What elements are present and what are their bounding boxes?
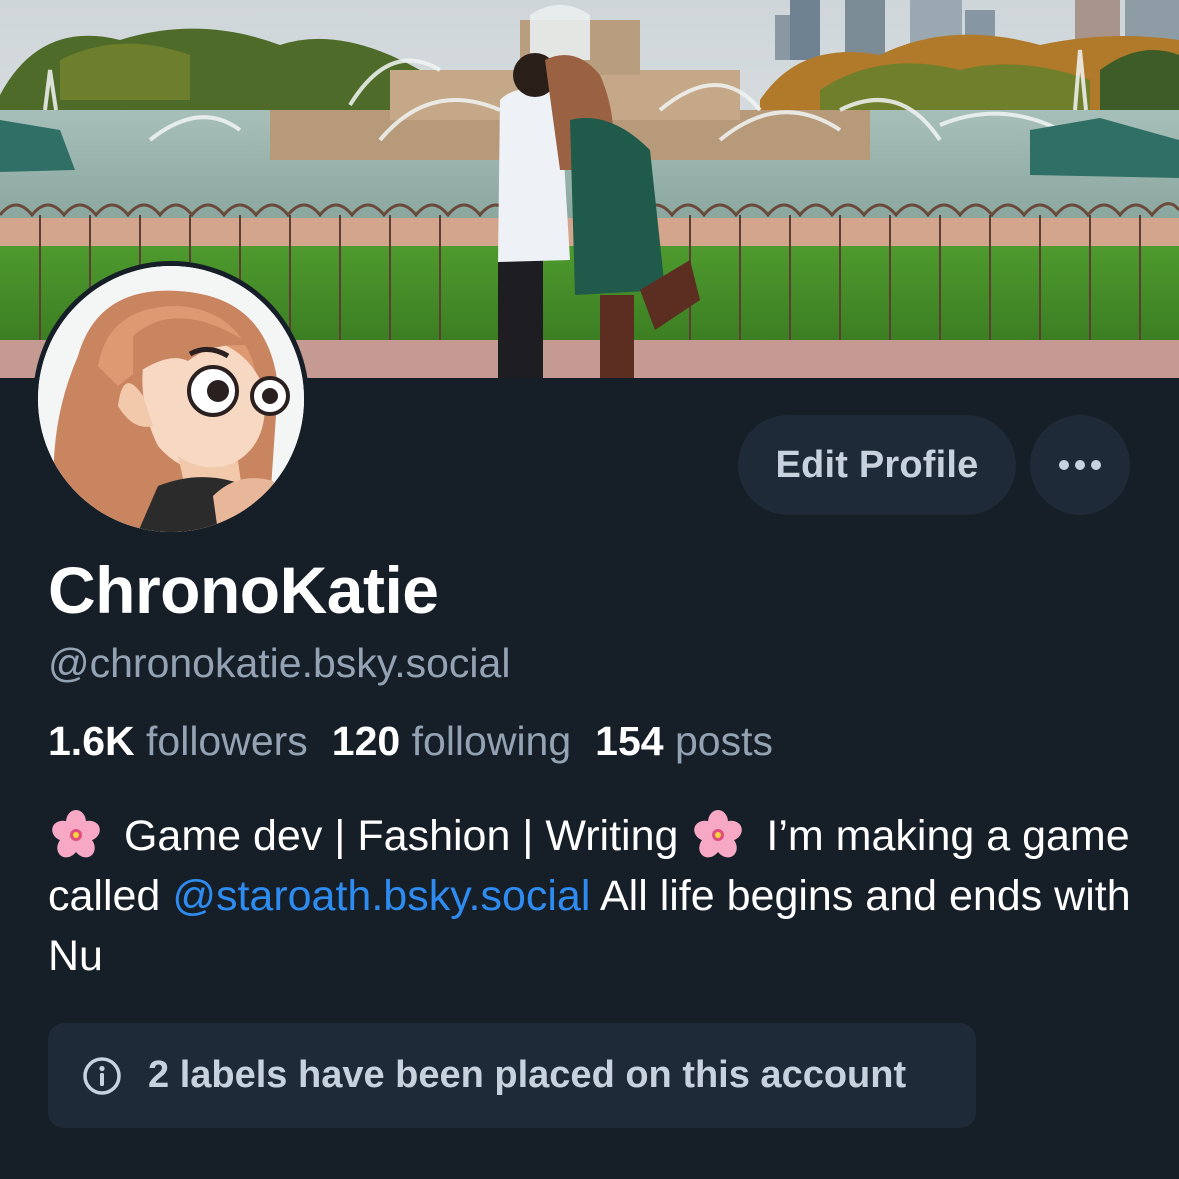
following-label: following (411, 718, 572, 764)
display-name: ChronoKatie (48, 553, 439, 627)
ellipsis-icon (1059, 460, 1101, 470)
followers-count: 1.6K (48, 718, 135, 764)
followers-stat[interactable]: 1.6K followers (48, 718, 308, 764)
profile-stats: 1.6K followers 120 following 154 posts (48, 718, 773, 765)
profile-handle: @chronokatie.bsky.social (48, 640, 511, 686)
bio-text-1: Game dev | Fashion | Writing (123, 812, 679, 860)
following-stat[interactable]: 120 following (332, 718, 571, 764)
avatar[interactable] (33, 261, 309, 537)
posts-stat: 154 posts (595, 718, 773, 764)
profile-bio: Game dev | Fashion | Writing I’m making … (48, 806, 1138, 986)
avatar-illustration (38, 266, 304, 532)
labels-notice-text: 2 labels have been placed on this accoun… (148, 1054, 907, 1096)
followers-label: followers (146, 718, 308, 764)
cherry-blossom-icon (52, 810, 100, 858)
info-icon (82, 1056, 122, 1096)
more-options-button[interactable] (1030, 415, 1130, 515)
bio-mention-link[interactable]: @staroath.bsky.social (172, 872, 590, 920)
cherry-blossom-icon (694, 810, 743, 858)
posts-label: posts (675, 718, 773, 764)
posts-count: 154 (595, 718, 664, 764)
edit-profile-button[interactable]: Edit Profile (738, 415, 1016, 515)
following-count: 120 (331, 718, 401, 764)
account-labels-notice[interactable]: 2 labels have been placed on this accoun… (48, 1023, 976, 1128)
